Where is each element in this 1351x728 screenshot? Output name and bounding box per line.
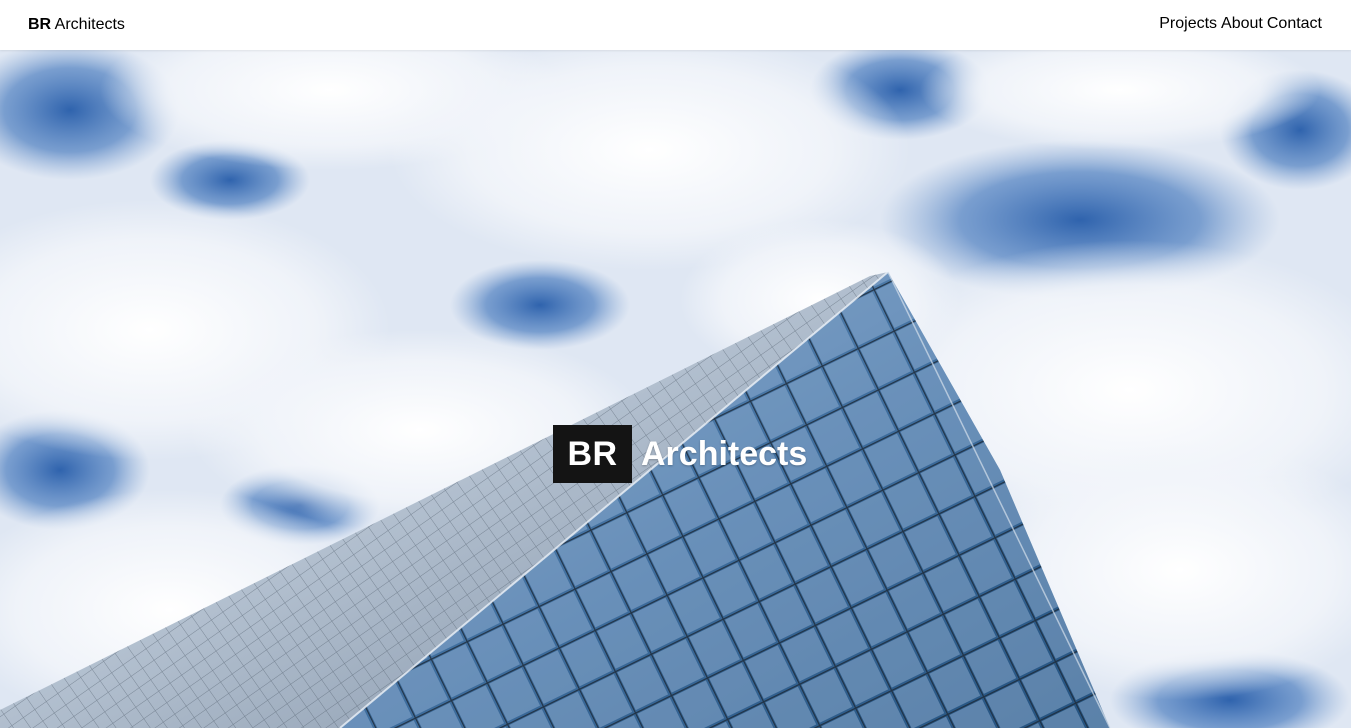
- hero-background-image: [0, 50, 1351, 728]
- nav-contact-link[interactable]: Contact: [1267, 14, 1322, 34]
- nav-menu: Projects About Contact: [1159, 14, 1322, 34]
- hero-logo: BR Architects: [553, 425, 807, 483]
- hero-banner: BR Architects: [0, 50, 1351, 728]
- brand-link[interactable]: BR Architects: [28, 15, 125, 35]
- brand-text: Architects: [54, 16, 125, 33]
- hero-logo-word: Architects: [641, 434, 808, 473]
- hero-logo-mark: BR: [553, 425, 632, 483]
- top-navbar: BR Architects Projects About Contact: [0, 0, 1351, 50]
- brand-bold: BR: [28, 16, 52, 33]
- nav-about-link[interactable]: About: [1221, 14, 1263, 34]
- nav-projects-link[interactable]: Projects: [1159, 14, 1217, 34]
